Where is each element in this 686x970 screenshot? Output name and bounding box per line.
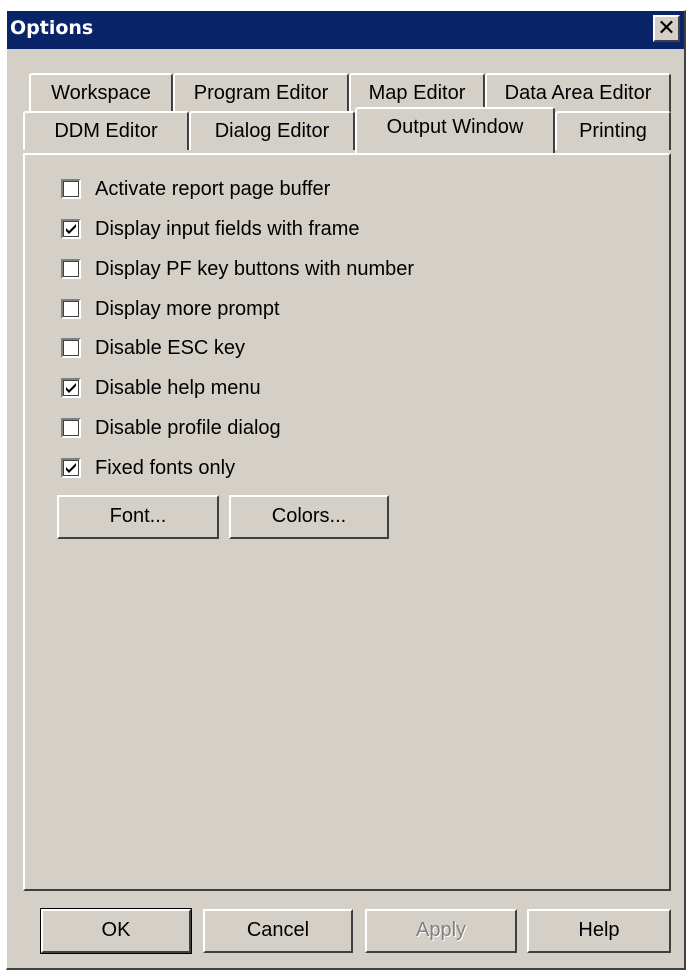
tab-program-editor[interactable]: Program Editor — [173, 73, 349, 112]
checkmark-icon — [66, 383, 76, 393]
checkbox[interactable] — [61, 179, 81, 199]
checkbox[interactable] — [61, 378, 81, 398]
help-button[interactable]: Help — [527, 909, 671, 953]
ok-button[interactable]: OK — [40, 908, 192, 954]
checkbox[interactable] — [61, 219, 81, 239]
font-button[interactable]: Font... — [57, 495, 219, 539]
cancel-button[interactable]: Cancel — [203, 909, 353, 953]
close-button[interactable]: ✕ — [653, 15, 680, 42]
option-disable-help-menu[interactable]: Disable help menu — [61, 374, 261, 402]
colors-button[interactable]: Colors... — [229, 495, 389, 539]
option-disable-profile-dialog[interactable]: Disable profile dialog — [61, 414, 281, 442]
apply-button[interactable]: Apply — [365, 909, 517, 953]
checkmark-icon — [66, 463, 76, 473]
close-icon: ✕ — [657, 15, 676, 40]
checkbox[interactable] — [61, 458, 81, 478]
option-display-pf-key-buttons-with-number[interactable]: Display PF key buttons with number — [61, 255, 414, 283]
checkbox[interactable] — [61, 338, 81, 358]
checkbox[interactable] — [61, 418, 81, 438]
tab-workspace[interactable]: Workspace — [29, 73, 173, 112]
tab-dialog-editor[interactable]: Dialog Editor — [189, 111, 355, 150]
option-disable-esc-key[interactable]: Disable ESC key — [61, 334, 245, 362]
window-title: Options — [10, 17, 94, 39]
option-display-more-prompt[interactable]: Display more prompt — [61, 295, 280, 323]
option-fixed-fonts-only[interactable]: Fixed fonts only — [61, 454, 235, 482]
tab-ddm-editor[interactable]: DDM Editor — [23, 111, 189, 150]
tab-printing[interactable]: Printing — [555, 111, 671, 150]
title-bar[interactable]: Options ✕ — [7, 11, 684, 49]
checkbox[interactable] — [61, 299, 81, 319]
options-dialog: Options ✕ Workspace Program Editor Map E… — [6, 10, 686, 970]
option-display-input-fields-with-frame[interactable]: Display input fields with frame — [61, 215, 360, 243]
checkbox[interactable] — [61, 259, 81, 279]
output-window-panel: Activate report page buffer Display inpu… — [23, 153, 671, 891]
tab-output-window[interactable]: Output Window — [355, 107, 555, 153]
option-activate-report-page-buffer[interactable]: Activate report page buffer — [61, 175, 330, 203]
checkmark-icon — [66, 224, 76, 234]
